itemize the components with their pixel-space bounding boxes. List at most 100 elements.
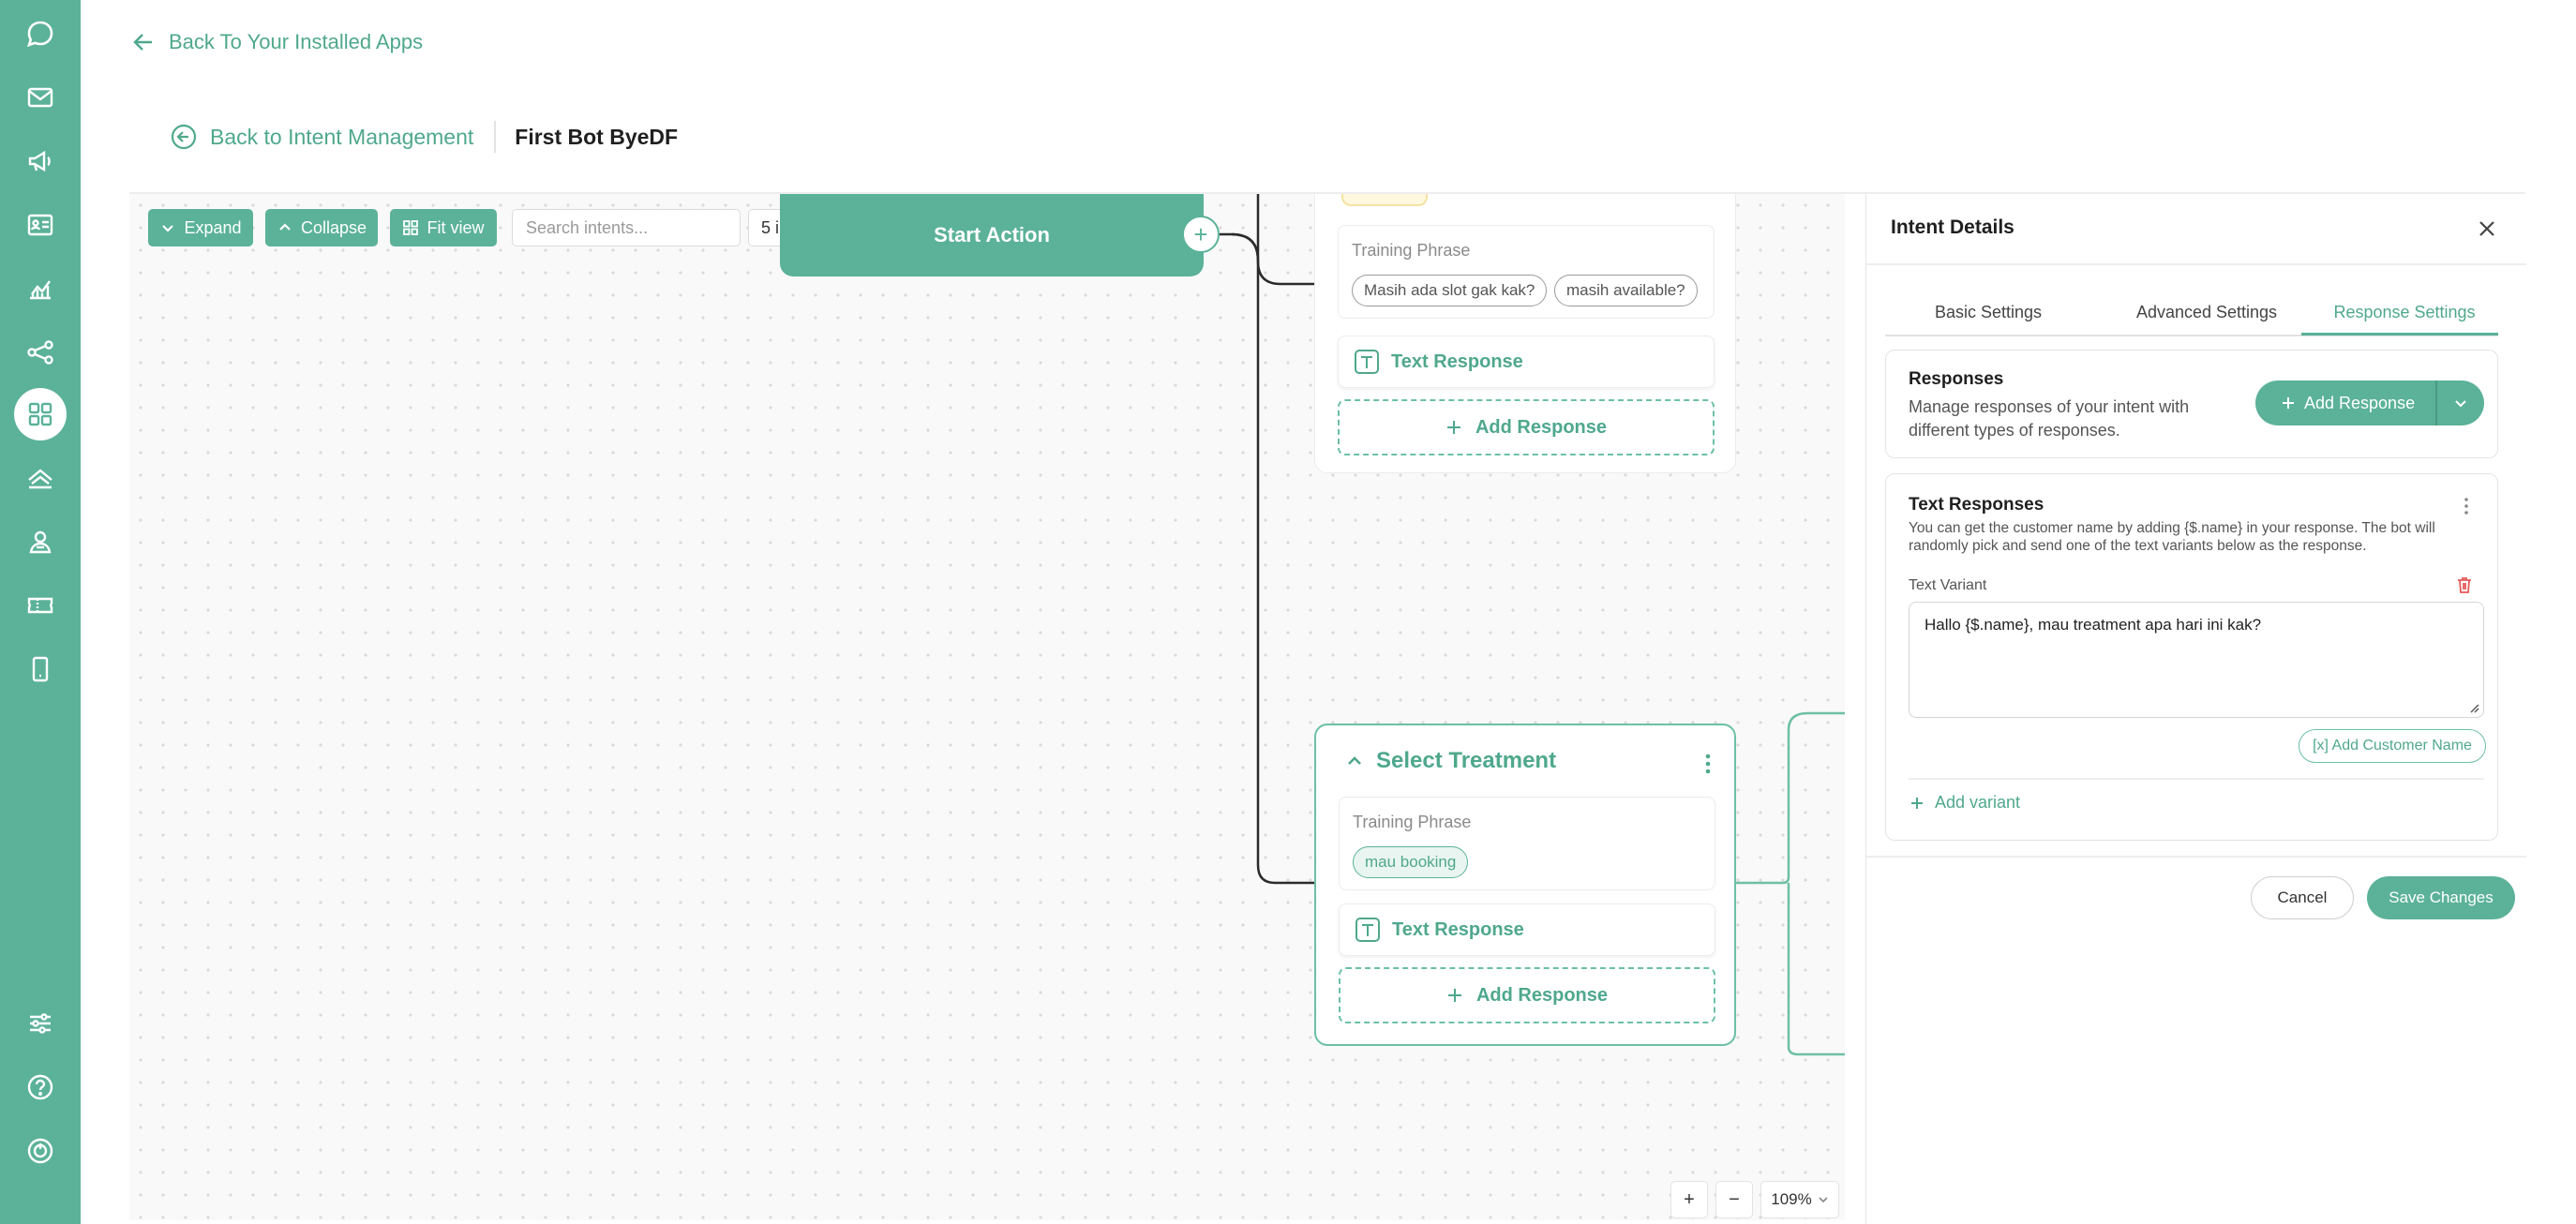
chevron-down-icon: [2455, 400, 2466, 408]
divider: [494, 121, 497, 153]
add-response-button[interactable]: Add Response: [1338, 399, 1715, 455]
fit-view-button[interactable]: Fit view: [390, 209, 497, 246]
zoom-level-select[interactable]: 109%: [1760, 1181, 1839, 1218]
chevron-up-icon: [1348, 756, 1361, 765]
collapse-button[interactable]: Collapse: [265, 209, 378, 246]
cancel-button[interactable]: Cancel: [2251, 876, 2354, 919]
trash-icon[interactable]: [2456, 575, 2473, 599]
add-customer-name-button[interactable]: [x] Add Customer Name: [2299, 729, 2486, 763]
text-variant-textarea[interactable]: Hallo {$.name}, mau treatment apa hari i…: [1909, 602, 2484, 718]
circle-arrow-left-icon: [171, 124, 197, 150]
plus-icon: [1446, 421, 1460, 434]
add-response-label: Add Response: [1475, 416, 1608, 438]
active-tab-indicator: [2301, 333, 2498, 336]
text-responses-heading: Text Responses: [1909, 495, 2044, 515]
tab-response-settings[interactable]: Response Settings: [2311, 303, 2498, 322]
text-variant-label: Text Variant: [1909, 577, 1987, 593]
chevron-down-icon: [162, 225, 174, 232]
start-action-node[interactable]: Start Action: [780, 194, 1204, 276]
ticket-icon[interactable]: [22, 587, 59, 624]
responses-description: Manage responses of your intent with dif…: [1909, 397, 2190, 440]
agents-icon[interactable]: [22, 523, 59, 560]
intent-card-select-treatment[interactable]: Select Treatment Training Phrase mau boo…: [1314, 724, 1736, 1046]
help-icon[interactable]: [22, 1068, 59, 1106]
phrase-chip: Masih ada slot gak kak?: [1352, 275, 1548, 306]
text-response-item[interactable]: Text Response: [1339, 903, 1715, 956]
plus-icon: [2283, 397, 2294, 409]
resize-handle-icon[interactable]: [2468, 702, 2479, 713]
back-to-apps-link[interactable]: Back To Your Installed Apps: [131, 30, 423, 54]
training-phrase-label: Training Phrase: [1352, 241, 1471, 260]
training-phrase-label: Training Phrase: [1353, 813, 1472, 831]
phrase-chip: mau booking: [1353, 846, 1469, 878]
text-responses-card: Text Responses You can get the customer …: [1885, 473, 2498, 841]
chevron-down-icon: [1819, 1197, 1828, 1203]
add-response-label: Add Response: [1475, 984, 1609, 1006]
text-response-label: Text Response: [1391, 351, 1523, 372]
response-type-dropdown[interactable]: [2437, 396, 2485, 410]
tab-basic-settings[interactable]: Basic Settings: [1913, 303, 2063, 322]
contacts-card-icon[interactable]: [22, 206, 59, 244]
settings-sliders-icon[interactable]: [22, 1005, 59, 1042]
text-variant-value: Hallo {$.name}, mau treatment apa hari i…: [1925, 616, 2262, 634]
phrase-chip: masih available?: [1554, 275, 1698, 306]
back-to-intent-label: Back to Intent Management: [210, 124, 474, 149]
close-icon[interactable]: [2477, 218, 2497, 239]
zoom-in-button[interactable]: +: [1670, 1181, 1708, 1218]
add-node-button[interactable]: +: [1182, 216, 1220, 253]
text-response-item[interactable]: Text Response: [1338, 336, 1715, 388]
arrow-left-icon: [133, 34, 152, 51]
text-type-icon: [1355, 350, 1379, 374]
flow-icon[interactable]: [22, 334, 59, 371]
sub-header: Back to Intent Management First Bot ByeD…: [171, 120, 678, 154]
back-to-apps-label: Back To Your Installed Apps: [169, 30, 424, 53]
intent-title[interactable]: Select Treatment: [1346, 748, 1556, 774]
intent-title-label: Select Treatment: [1376, 748, 1557, 773]
apps-grid-icon[interactable]: [14, 388, 67, 440]
responses-card: Responses Manage responses of your inten…: [1885, 350, 2498, 458]
add-response-split-button: Add Response: [2255, 381, 2484, 425]
text-response-label: Text Response: [1392, 918, 1524, 940]
intent-card[interactable]: Training Phrase Masih ada slot gak kak? …: [1314, 194, 1736, 473]
add-response-panel-button[interactable]: Add Response: [2255, 381, 2435, 425]
plus-icon: [1911, 797, 1923, 809]
plus-icon: +: [1193, 219, 1208, 248]
collapse-label: Collapse: [300, 217, 367, 237]
chat-logo-icon[interactable]: [22, 15, 59, 52]
add-response-button[interactable]: Add Response: [1339, 967, 1715, 1023]
kebab-menu-icon[interactable]: [1704, 754, 1712, 779]
responses-heading: Responses: [1909, 369, 2004, 389]
add-response-panel-label: Add Response: [2304, 393, 2416, 412]
power-icon[interactable]: [22, 1132, 59, 1170]
plus-icon: +: [1684, 1188, 1695, 1210]
text-type-icon: [1355, 918, 1380, 942]
save-changes-button[interactable]: Save Changes: [2367, 876, 2515, 919]
back-to-intent-link[interactable]: Back to Intent Management: [171, 124, 473, 150]
chevron-up-icon: [279, 223, 291, 231]
integrations-icon[interactable]: [22, 459, 59, 497]
intent-details-panel: Intent Details Basic Settings Advanced S…: [1865, 194, 2526, 1224]
zoom-out-button[interactable]: −: [1715, 1181, 1753, 1218]
search-intents-input[interactable]: Search intents...: [512, 209, 741, 246]
bot-name: First Bot ByeDF: [515, 124, 679, 149]
plus-icon: [1447, 989, 1461, 1002]
expand-button[interactable]: Expand: [148, 209, 253, 246]
mail-icon[interactable]: [22, 79, 59, 116]
flow-canvas[interactable]: Expand Collapse Fit view Search intents.…: [129, 194, 1845, 1220]
add-variant-label: Add variant: [1935, 793, 2021, 812]
footer-divider: [1866, 856, 2526, 858]
divider: [1909, 778, 2484, 780]
sidebar: [0, 0, 81, 1224]
kebab-menu-icon[interactable]: [2464, 497, 2469, 520]
mobile-icon[interactable]: [22, 650, 59, 688]
text-responses-description: You can get the customer name by adding …: [1909, 520, 2435, 554]
panel-divider: [1866, 263, 2526, 265]
tab-advanced-settings[interactable]: Advanced Settings: [2108, 303, 2305, 322]
expand-label: Expand: [184, 217, 242, 237]
minus-icon: −: [1729, 1188, 1740, 1210]
add-variant-button[interactable]: Add variant: [1910, 793, 2020, 813]
training-phrase-box: Training Phrase mau booking: [1339, 797, 1715, 890]
megaphone-icon[interactable]: [22, 142, 59, 180]
analytics-icon[interactable]: [22, 270, 59, 307]
training-phrase-box: Training Phrase Masih ada slot gak kak? …: [1338, 225, 1715, 319]
